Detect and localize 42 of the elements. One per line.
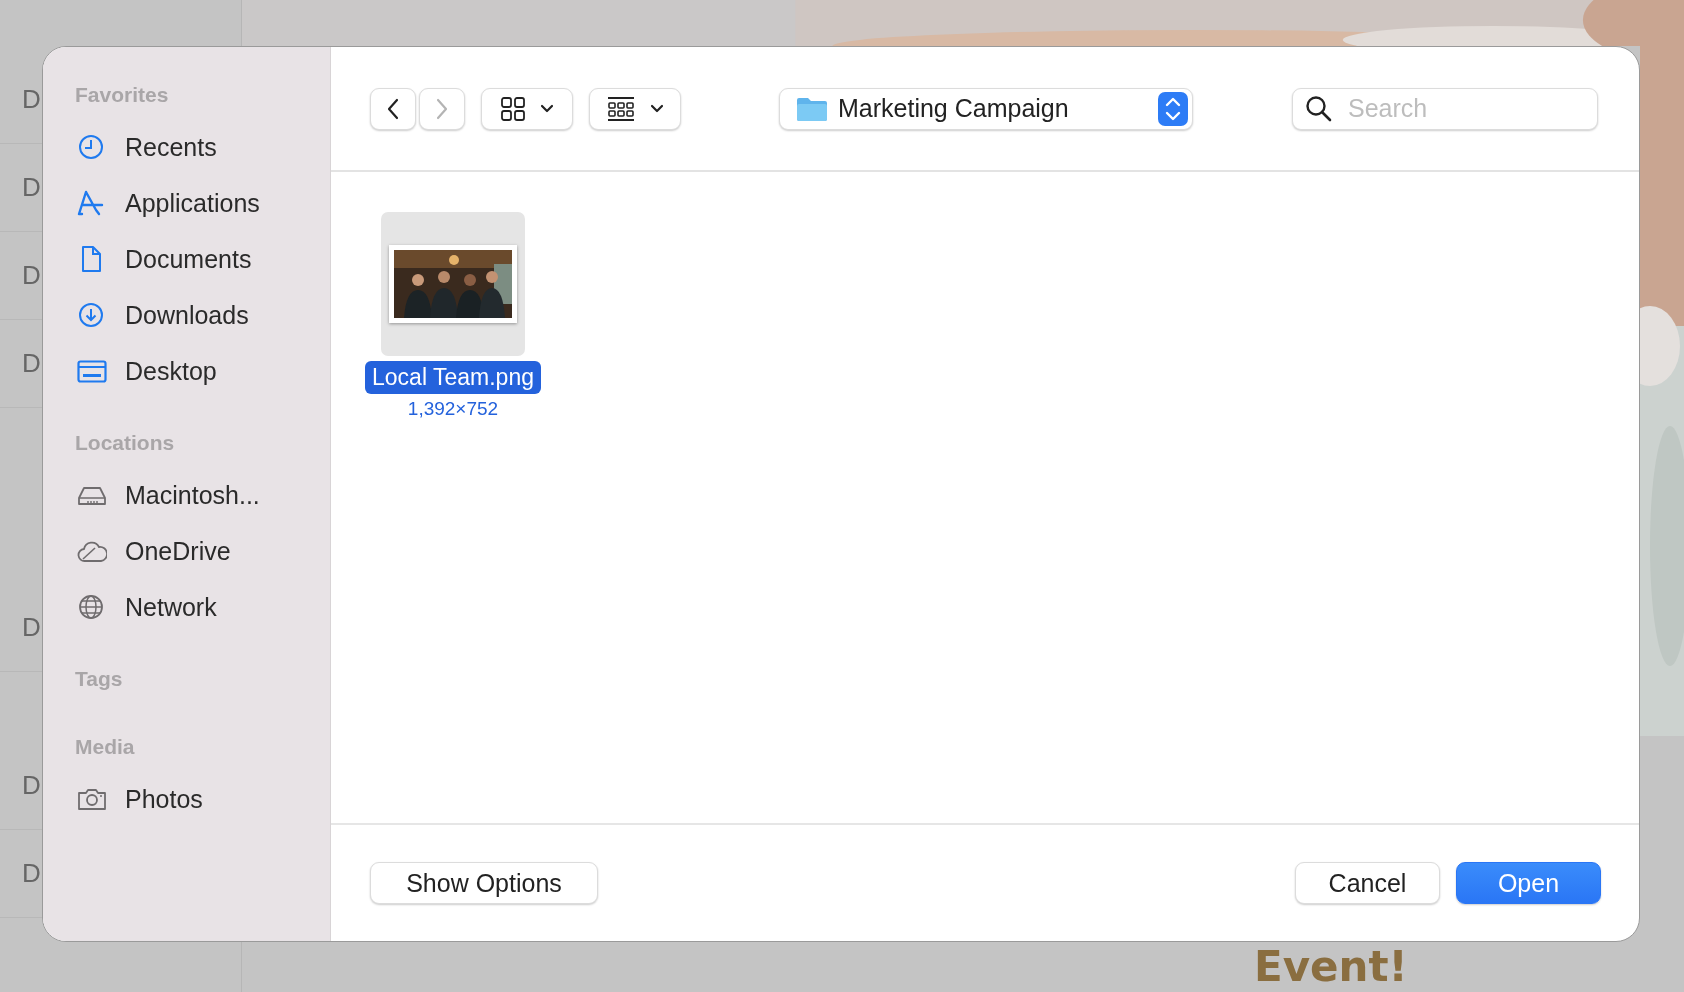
list-label: D (22, 260, 41, 291)
desktop-icon (77, 357, 107, 385)
sidebar-item[interactable]: Downloads (77, 287, 330, 343)
group-button[interactable] (589, 87, 681, 130)
chevron-right-icon (435, 97, 449, 120)
list-label: D (22, 84, 41, 115)
back-button[interactable] (370, 87, 416, 130)
sidebar-item[interactable]: Network (77, 579, 330, 635)
list-label: D (22, 612, 41, 643)
chevron-left-icon (386, 97, 400, 120)
sidebar-item[interactable]: Macintosh... (77, 467, 330, 523)
sidebar-item[interactable]: Desktop (77, 343, 330, 399)
grid-icon (500, 95, 526, 122)
section-title: Media (75, 734, 136, 760)
chevron-down-icon (540, 104, 554, 113)
list-label: D (22, 770, 41, 801)
headline-text: Event! (1254, 946, 1408, 988)
chevron-down-icon (650, 104, 664, 113)
search-icon (1305, 94, 1333, 123)
list-label: D (22, 858, 41, 889)
file-thumbnail[interactable] (381, 212, 525, 356)
options-button[interactable]: Show Options (370, 862, 598, 904)
file-dimensions: 1,392×752 (407, 398, 499, 420)
group-icon (606, 95, 636, 122)
folder-icon (796, 95, 828, 122)
file-name: Local Team.png (365, 361, 541, 394)
list-label: D (22, 348, 41, 379)
sidebar-item[interactable]: Documents (77, 231, 330, 287)
open-button[interactable]: Open (1456, 862, 1601, 904)
stepper-icon (1158, 91, 1188, 126)
view-button[interactable] (481, 87, 573, 130)
sidebar-item[interactable]: Applications (77, 175, 330, 231)
location-popup[interactable]: Marketing Campaign (779, 87, 1193, 130)
section-title: Locations (75, 430, 176, 456)
sidebar-item[interactable]: Photos (77, 771, 330, 827)
list-label: D (22, 172, 41, 203)
cancel-button[interactable]: Cancel (1295, 862, 1440, 904)
section-title: Tags (75, 666, 124, 692)
section-title: Favorites (75, 82, 170, 108)
search-field[interactable]: Search (1292, 87, 1598, 130)
sidebar-item[interactable]: OneDrive (77, 523, 330, 579)
sidebar-item[interactable]: Recents (77, 119, 330, 175)
